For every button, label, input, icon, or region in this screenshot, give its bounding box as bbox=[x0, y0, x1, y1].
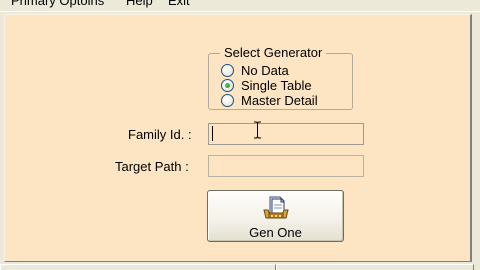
radio-master-detail[interactable]: Master Detail bbox=[221, 93, 318, 108]
menu-help[interactable]: Help bbox=[126, 0, 153, 9]
radio-button[interactable] bbox=[221, 94, 234, 107]
radio-label: Master Detail bbox=[241, 93, 318, 108]
radio-single-table[interactable]: Single Table bbox=[221, 78, 312, 93]
target-path-input[interactable] bbox=[208, 155, 364, 177]
window-right-edge bbox=[474, 14, 480, 270]
bottom-tab-2[interactable] bbox=[276, 264, 474, 270]
generator-group-title: Select Generator bbox=[220, 45, 327, 61]
radio-button-selected[interactable] bbox=[221, 79, 234, 92]
menu-bar: Primary Optoins Help Exit bbox=[0, 0, 480, 11]
generate-document-icon bbox=[263, 196, 289, 219]
radio-label: Single Table bbox=[241, 78, 312, 93]
menu-exit[interactable]: Exit bbox=[168, 0, 190, 9]
family-id-input[interactable] bbox=[208, 123, 364, 145]
menu-separator bbox=[0, 11, 480, 12]
target-path-label: Target Path : bbox=[115, 159, 189, 174]
gen-one-button[interactable]: Gen One bbox=[207, 190, 344, 242]
ibeam-cursor-icon bbox=[254, 121, 261, 139]
text-caret bbox=[212, 126, 213, 141]
family-id-label: Family Id. : bbox=[128, 127, 192, 142]
radio-no-data[interactable]: No Data bbox=[221, 63, 289, 78]
bottom-tab-1[interactable] bbox=[0, 264, 276, 270]
gen-one-label: Gen One bbox=[249, 225, 302, 240]
radio-button[interactable] bbox=[221, 64, 234, 77]
radio-label: No Data bbox=[241, 63, 289, 78]
menu-primary-options[interactable]: Primary Optoins bbox=[11, 0, 104, 9]
